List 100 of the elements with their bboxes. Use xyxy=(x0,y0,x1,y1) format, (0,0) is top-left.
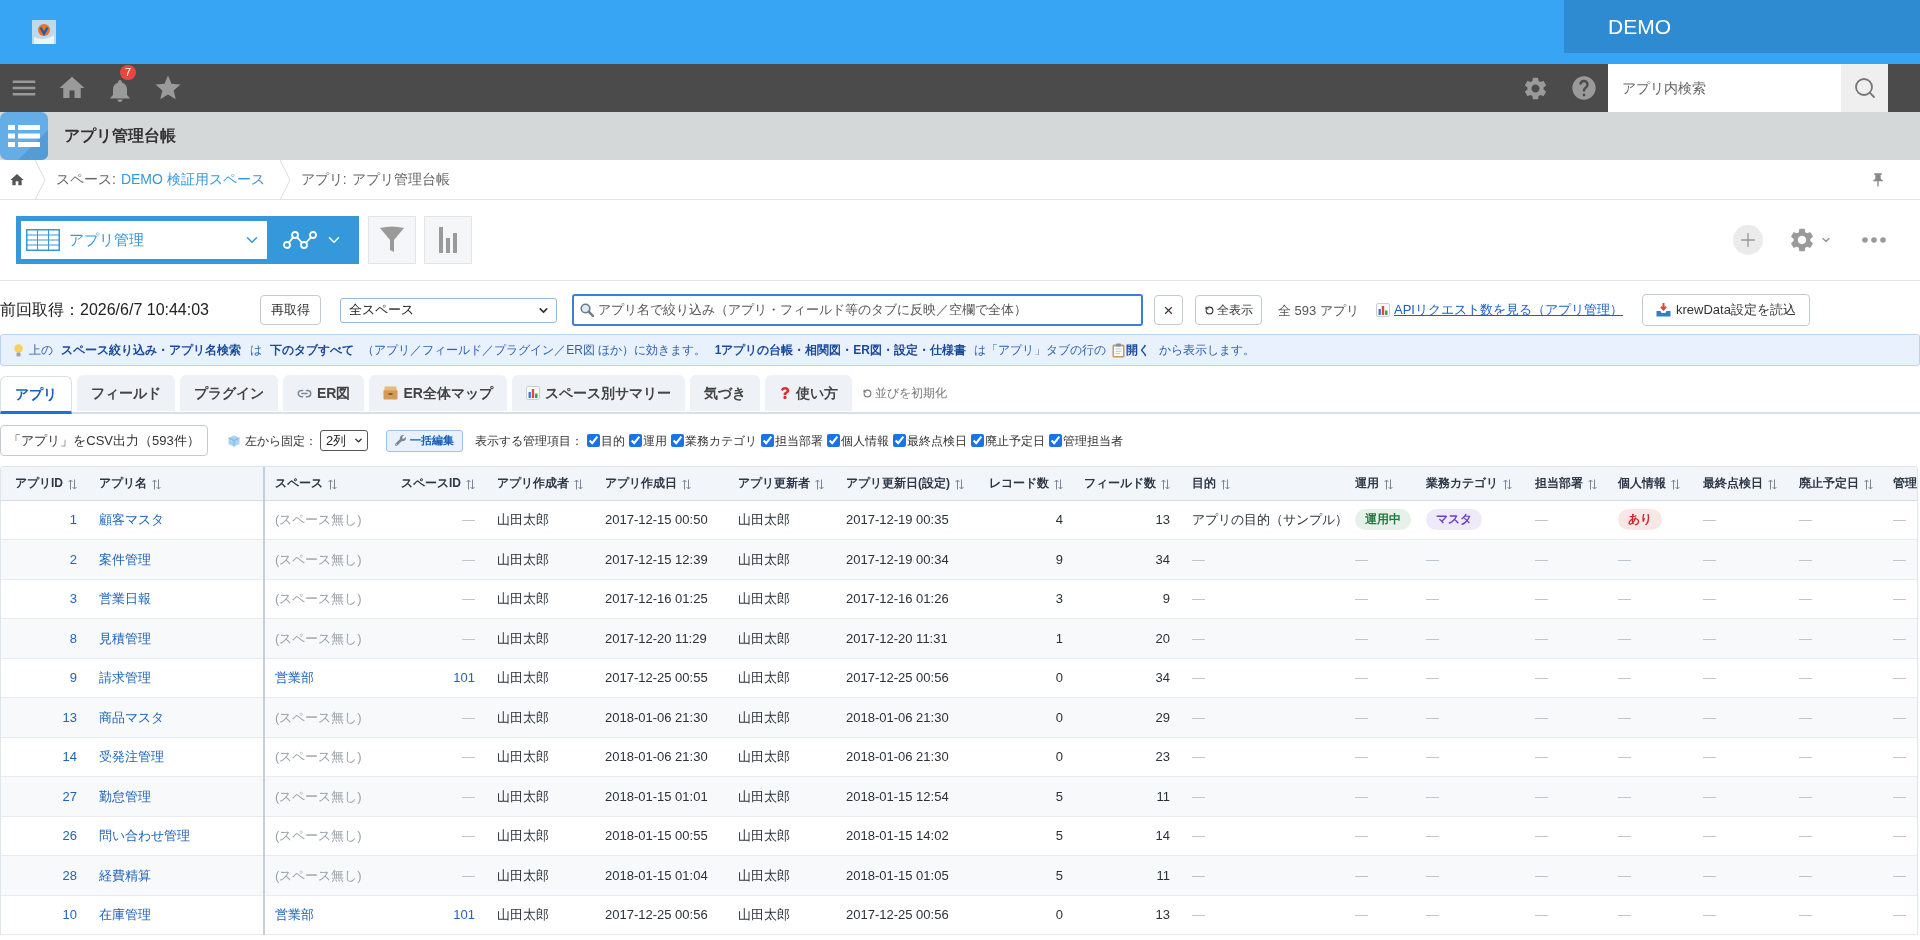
api-request-link[interactable]: APIリクエスト数を見る（アプリ管理） xyxy=(1394,300,1623,320)
tab[interactable]: 使い方 xyxy=(764,375,852,411)
table-cell: 5 xyxy=(1055,788,1063,804)
cell-link[interactable]: 商品マスタ xyxy=(99,709,164,725)
table-cell: — xyxy=(1703,630,1716,646)
cell-link[interactable]: 101 xyxy=(453,907,475,922)
cell-link[interactable]: 経費精算 xyxy=(99,867,151,883)
column-header[interactable]: アプリ作成者 xyxy=(487,467,595,500)
clear-button[interactable]: × xyxy=(1154,295,1183,325)
column-header[interactable]: アプリID xyxy=(1,467,89,500)
cell-link[interactable]: 案件管理 xyxy=(99,551,151,567)
tab[interactable]: フィールド xyxy=(77,375,175,411)
search-button[interactable] xyxy=(1841,64,1888,112)
pin-columns-select[interactable]: 2列 xyxy=(320,430,368,451)
checkbox-label: 運用 xyxy=(643,432,667,450)
table-cell: — xyxy=(1426,828,1439,843)
cell-link[interactable]: 28 xyxy=(62,867,77,883)
table-cell: 29 xyxy=(1155,709,1170,725)
search-input[interactable]: アプリ名で絞り込み（アプリ・フィールド等のタブに反映／空欄で全体） xyxy=(598,300,1141,320)
cell-link[interactable]: 営業日報 xyxy=(99,591,151,606)
column-header[interactable]: 業務カテゴリ xyxy=(1416,467,1525,500)
bulk-edit-button[interactable]: 一括編集 xyxy=(386,429,463,452)
refetch-button[interactable]: 再取得 xyxy=(260,295,321,325)
cell-link[interactable]: 問い合わせ管理 xyxy=(99,828,190,843)
cell-link[interactable]: 1 xyxy=(69,512,77,527)
column-header[interactable]: 最終点検日 xyxy=(1693,467,1789,500)
checkbox[interactable] xyxy=(893,434,906,447)
app-search-field[interactable]: アプリ内検索 xyxy=(1608,64,1841,112)
cell-link[interactable]: 2 xyxy=(69,551,77,567)
settings-button[interactable] xyxy=(1788,226,1832,254)
tab[interactable]: アプリ xyxy=(0,376,72,414)
cell-link[interactable]: 9 xyxy=(69,670,77,685)
reset-order-link[interactable]: 並びを初期化 xyxy=(862,384,947,402)
table-cell: — xyxy=(1618,788,1631,804)
table-cell: — xyxy=(1618,551,1631,567)
add-button[interactable] xyxy=(1733,225,1763,255)
tab[interactable]: ER図 xyxy=(283,375,365,411)
column-header[interactable]: アプリ更新日(設定) xyxy=(836,467,979,500)
column-header[interactable]: 運用 xyxy=(1345,467,1416,500)
checkbox[interactable] xyxy=(629,434,642,447)
cell-link[interactable]: 請求管理 xyxy=(99,670,151,685)
cell-link[interactable]: 在庫管理 xyxy=(99,907,151,922)
more-button[interactable] xyxy=(1862,237,1886,243)
cell-link[interactable]: 27 xyxy=(62,788,77,804)
krewdata-button[interactable]: krewData設定を読込 xyxy=(1641,294,1810,326)
column-header[interactable]: アプリ更新者 xyxy=(728,467,836,500)
tab[interactable]: プラグイン xyxy=(180,375,278,411)
help-icon[interactable] xyxy=(1570,74,1598,102)
cell-link[interactable]: 見積管理 xyxy=(99,630,151,646)
table-cell: 2018-01-15 01:04 xyxy=(605,867,708,883)
pin-columns-label: 左から固定： xyxy=(245,432,317,450)
cell-link[interactable]: 3 xyxy=(69,591,77,606)
checkbox-label: 目的 xyxy=(601,432,625,450)
cell-link[interactable]: 営業部 xyxy=(275,670,314,685)
chart-button[interactable] xyxy=(424,216,472,264)
column-header[interactable]: 管理 xyxy=(1884,467,1917,500)
filter-button[interactable] xyxy=(368,216,416,264)
column-header[interactable]: スペースID xyxy=(391,467,487,500)
table-cell: 34 xyxy=(1155,551,1170,567)
table-cell: — xyxy=(462,591,475,606)
tab[interactable]: スペース別サマリー xyxy=(511,375,685,411)
page-title: アプリ管理台帳 xyxy=(64,126,176,146)
table-cell: — xyxy=(1703,709,1716,725)
table-cell: 2018-01-06 21:30 xyxy=(846,749,949,764)
search-field[interactable]: アプリ名で絞り込み（アプリ・フィールド等のタブに反映／空欄で全体） xyxy=(572,294,1143,326)
column-header[interactable]: 個人情報 xyxy=(1608,467,1693,500)
logo-icon[interactable] xyxy=(32,20,56,44)
cell-link[interactable]: 26 xyxy=(62,828,77,843)
show-all-button[interactable]: 全表示 xyxy=(1195,295,1262,325)
table-cell: 4 xyxy=(1055,512,1063,527)
cell-link[interactable]: 10 xyxy=(62,907,77,922)
csv-export-button[interactable]: 「アプリ」をCSV出力（593件） xyxy=(0,425,208,456)
space-select[interactable]: 全スペース xyxy=(340,297,557,323)
checkbox[interactable] xyxy=(971,434,984,447)
tab[interactable]: 気づき xyxy=(689,375,760,411)
column-header[interactable]: フィールド数 xyxy=(1075,467,1182,500)
cell-link[interactable]: 101 xyxy=(453,670,475,685)
checkbox[interactable] xyxy=(827,434,840,447)
cell-link[interactable]: 8 xyxy=(69,630,77,646)
column-header[interactable]: アプリ作成日 xyxy=(595,467,728,500)
cell-link[interactable]: 13 xyxy=(62,709,77,725)
table-cell: — xyxy=(1799,591,1812,606)
home-icon[interactable] xyxy=(9,171,25,188)
cell-link[interactable]: 14 xyxy=(62,749,77,764)
checkbox[interactable] xyxy=(761,434,774,447)
column-header[interactable]: レコード数 xyxy=(979,467,1075,500)
pin-icon[interactable] xyxy=(1870,171,1886,188)
cell-link[interactable]: 営業部 xyxy=(275,907,314,922)
checkbox[interactable] xyxy=(671,434,684,447)
bell-icon[interactable] xyxy=(110,80,130,102)
cell-link[interactable]: 勤怠管理 xyxy=(99,788,151,804)
checkbox[interactable] xyxy=(1049,434,1062,447)
column-header[interactable]: 担当部署 xyxy=(1525,467,1608,500)
column-header[interactable]: スペース xyxy=(264,467,391,500)
column-header[interactable]: 目的 xyxy=(1182,467,1345,500)
column-header[interactable]: 廃止予定日 xyxy=(1789,467,1884,500)
cell-link[interactable]: 受発注管理 xyxy=(99,749,164,764)
checkbox[interactable] xyxy=(587,434,600,447)
cell-link[interactable]: 顧客マスタ xyxy=(99,512,164,527)
tab[interactable]: ER全体マップ xyxy=(369,375,507,411)
